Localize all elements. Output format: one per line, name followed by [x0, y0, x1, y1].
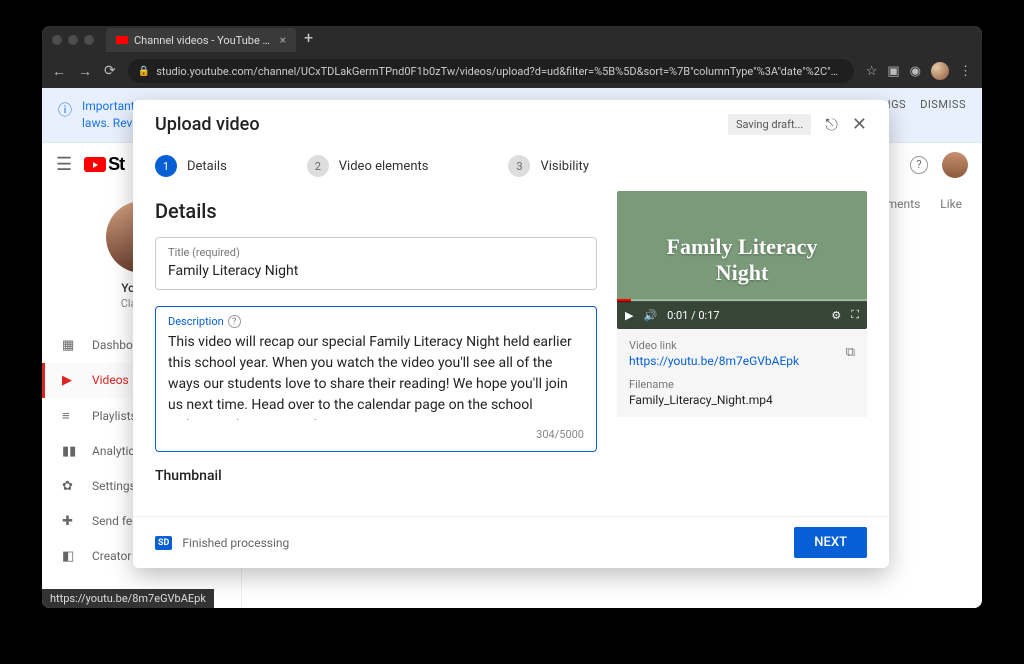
thumbnail-section-label: Thumbnail: [155, 468, 597, 484]
fullscreen-icon[interactable]: ⛶: [851, 308, 859, 322]
tab-likes[interactable]: Like: [940, 197, 962, 211]
title-input[interactable]: [168, 263, 584, 279]
step-label: Video elements: [339, 159, 429, 174]
step-number: 3: [508, 155, 530, 177]
sd-badge: SD: [155, 536, 172, 550]
step-number: 2: [307, 155, 329, 177]
video-preview[interactable]: Family LiteracyNight ▶ 🔊 0:01 / 0:17 ⚙ ⛶: [617, 191, 867, 329]
status-bar-link: https://youtu.be/8m7eGVbAEpk: [42, 589, 214, 608]
info-icon: ⓘ: [58, 100, 72, 120]
url-text: studio.youtube.com/channel/UCxTDLakGermT…: [156, 65, 838, 78]
title-field[interactable]: Title (required): [155, 237, 597, 290]
settings-gear-icon[interactable]: ⚙: [831, 309, 841, 322]
traffic-light-min[interactable]: [68, 35, 78, 45]
dismiss-button[interactable]: DISMISS: [920, 98, 966, 111]
step-label: Details: [187, 159, 227, 174]
play-icon[interactable]: ▶: [625, 309, 633, 322]
chrome-menu-icon[interactable]: ⋮: [959, 64, 972, 79]
feedback-icon: ✚: [62, 514, 78, 529]
video-time: 0:01 / 0:17: [667, 309, 719, 322]
sidebar-item-label: Playlists: [92, 409, 137, 423]
description-field[interactable]: Description ? 304/5000: [155, 306, 597, 452]
step-label: Visibility: [540, 159, 589, 174]
modal-title: Upload video: [155, 114, 728, 135]
lock-icon: 🔒: [138, 66, 150, 77]
new-tab-button[interactable]: +: [304, 28, 313, 52]
star-icon[interactable]: ☆: [866, 64, 878, 79]
upload-stepper: 1 Details 2 Video elements 3 Visibility: [133, 141, 889, 191]
youtube-favicon: [116, 36, 128, 44]
filename-label: Filename: [629, 378, 855, 391]
volume-icon[interactable]: 🔊: [643, 309, 657, 322]
dashboard-icon: ▦: [62, 338, 78, 353]
extension-icon-2[interactable]: ◉: [910, 64, 921, 79]
videos-icon: ▶: [62, 373, 78, 388]
settings-icon: ✿: [62, 479, 78, 494]
traffic-light-max[interactable]: [84, 35, 94, 45]
playlists-icon: ≡: [62, 408, 78, 424]
reload-icon[interactable]: ⟳: [104, 63, 116, 79]
description-field-label: Description: [168, 315, 224, 328]
analytics-icon: ▮▮: [62, 444, 78, 459]
close-icon[interactable]: ✕: [852, 114, 867, 135]
user-avatar[interactable]: [942, 152, 968, 178]
youtube-studio-logo[interactable]: St: [84, 154, 124, 175]
profile-avatar[interactable]: [931, 62, 949, 80]
sidebar-item-label: Videos: [92, 373, 129, 387]
extension-icon[interactable]: ▣: [887, 64, 899, 79]
window-titlebar: Channel videos - YouTube Studi… × +: [42, 26, 982, 54]
back-icon[interactable]: ←: [52, 63, 66, 80]
saving-draft-badge: Saving draft...: [728, 114, 811, 135]
help-icon[interactable]: ?: [910, 156, 928, 174]
video-link[interactable]: https://youtu.be/8m7eGVbAEpk: [629, 354, 855, 368]
browser-tab[interactable]: Channel videos - YouTube Studi… ×: [106, 28, 296, 52]
hamburger-icon[interactable]: ☰: [56, 154, 72, 175]
section-title-details: Details: [155, 199, 597, 223]
close-tab-icon[interactable]: ×: [280, 33, 286, 47]
copy-icon[interactable]: ⧉: [846, 345, 855, 360]
step-number: 1: [155, 155, 177, 177]
tab-title: Channel videos - YouTube Studi…: [134, 34, 274, 47]
address-bar[interactable]: 🔒 studio.youtube.com/channel/UCxTDLakGer…: [128, 59, 854, 83]
studio-text: St: [108, 154, 124, 175]
forward-icon[interactable]: →: [78, 63, 92, 80]
help-icon[interactable]: ?: [228, 315, 241, 328]
step-details[interactable]: 1 Details: [155, 155, 227, 177]
send-feedback-icon[interactable]: ⎋: [825, 115, 838, 135]
title-field-label: Title (required): [168, 246, 584, 259]
video-thumbnail-title: Family LiteracyNight: [667, 234, 818, 287]
processing-status: Finished processing: [182, 536, 794, 550]
description-textarea[interactable]: [168, 332, 584, 420]
classic-icon: ◧: [62, 549, 78, 564]
upload-video-modal: Upload video Saving draft... ⎋ ✕ 1 Detai…: [133, 100, 889, 568]
character-count: 304/5000: [168, 428, 584, 441]
traffic-light-close[interactable]: [52, 35, 62, 45]
sidebar-item-label: Settings: [92, 479, 136, 493]
video-link-label: Video link: [629, 339, 855, 352]
step-video-elements[interactable]: 2 Video elements: [307, 155, 429, 177]
filename-value: Family_Literacy_Night.mp4: [629, 393, 855, 407]
youtube-icon: [84, 157, 106, 172]
step-visibility[interactable]: 3 Visibility: [508, 155, 589, 177]
next-button[interactable]: NEXT: [794, 527, 867, 558]
